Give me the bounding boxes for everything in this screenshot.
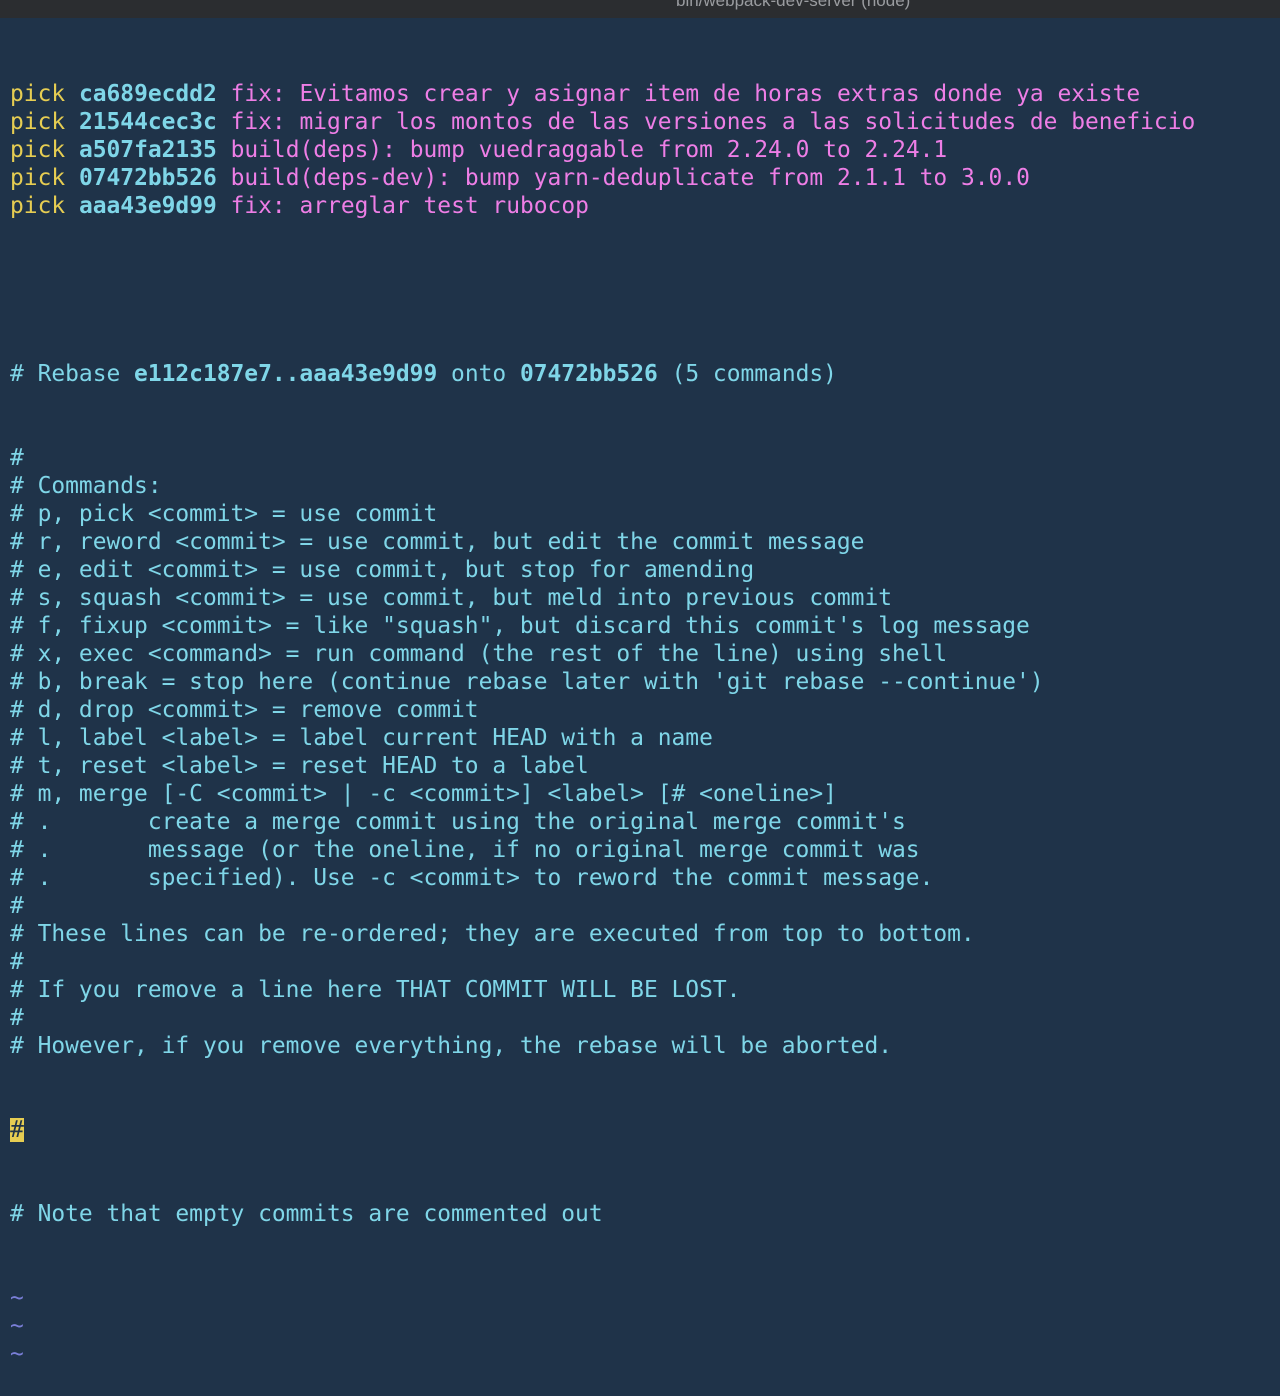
comment-line: # However, if you remove everything, the…: [10, 1033, 893, 1059]
tilde-marker: ~: [10, 1285, 24, 1311]
comment-line: #: [10, 949, 24, 975]
tilde-marker: ~: [10, 1313, 24, 1339]
pick-line[interactable]: pick a507fa2135 build(deps): bump vuedra…: [10, 136, 1276, 164]
pick-command: pick: [10, 81, 66, 107]
commit-message: fix: arreglar test rubocop: [230, 193, 589, 219]
commit-message: build(deps-dev): bump yarn-deduplicate f…: [230, 165, 1030, 191]
commit-message: fix: migrar los montos de las versiones …: [230, 109, 1196, 135]
comment-line: # x, exec <command> = run command (the r…: [10, 641, 948, 667]
pick-line[interactable]: pick 07472bb526 build(deps-dev): bump ya…: [10, 164, 1276, 192]
window-title: bin/webpack-dev-server (node): [676, 0, 911, 10]
comment-line: # e, edit <commit> = use commit, but sto…: [10, 557, 755, 583]
rebase-onto-hash: 07472bb526: [519, 361, 658, 387]
comment-line: # Commands:: [10, 473, 162, 499]
comment-line: # t, reset <label> = reset HEAD to a lab…: [10, 753, 589, 779]
commit-hash: ca689ecdd2: [78, 81, 217, 107]
vim-editor[interactable]: pick ca689ecdd2 fix: Evitamos crear y as…: [10, 24, 1276, 1396]
comment-line: # If you remove a line here THAT COMMIT …: [10, 977, 741, 1003]
comment-line: #: [10, 1005, 24, 1031]
pick-line[interactable]: pick aaa43e9d99 fix: arreglar test ruboc…: [10, 192, 1276, 220]
text-cursor[interactable]: #: [10, 1118, 24, 1142]
commit-hash: 07472bb526: [78, 165, 217, 191]
pick-command: pick: [10, 137, 66, 163]
comment-line: # s, squash <commit> = use commit, but m…: [10, 585, 893, 611]
comment-line: #: [10, 445, 24, 471]
rebase-prefix: # Rebase: [10, 361, 135, 387]
commit-hash: 21544cec3c: [78, 109, 217, 135]
help-comments: # # Commands: # p, pick <commit> = use com…: [10, 444, 1276, 1060]
tilde-marker: ~: [10, 1341, 24, 1367]
comment-line: # m, merge [-C <commit> | -c <commit>] <…: [10, 781, 837, 807]
rebase-command-count: (5 commands): [657, 361, 837, 387]
pick-command: pick: [10, 193, 66, 219]
comment-line: # f, fixup <commit> = like "squash", but…: [10, 613, 1030, 639]
comment-line: # . create a merge commit using the orig…: [10, 809, 906, 835]
pick-command: pick: [10, 109, 66, 135]
comment-line: # These lines can be re-ordered; they ar…: [10, 921, 975, 947]
rebase-onto-label: onto: [437, 361, 520, 387]
commit-message: fix: Evitamos crear y asignar item de ho…: [230, 81, 1141, 107]
commit-hash: aaa43e9d99: [78, 193, 217, 219]
comment-line: # b, break = stop here (continue rebase …: [10, 669, 1044, 695]
pick-line[interactable]: pick ca689ecdd2 fix: Evitamos crear y as…: [10, 80, 1276, 108]
comment-line: # r, reword <commit> = use commit, but e…: [10, 529, 865, 555]
comment-line: # . message (or the oneline, if no origi…: [10, 837, 920, 863]
note-line: # Note that empty commits are commented …: [10, 1201, 603, 1227]
pick-list: pick ca689ecdd2 fix: Evitamos crear y as…: [10, 80, 1276, 220]
terminal-title-bar: bin/webpack-dev-server (node): [0, 0, 1280, 18]
empty-buffer-lines: ~ ~ ~: [10, 1284, 1276, 1368]
comment-line: # d, drop <commit> = remove commit: [10, 697, 479, 723]
comment-line: # . specified). Use -c <commit> to rewor…: [10, 865, 934, 891]
pick-command: pick: [10, 165, 66, 191]
rebase-summary-line: # Rebase e112c187e7..aaa43e9d99 onto 074…: [10, 360, 1276, 388]
commit-message: build(deps): bump vuedraggable from 2.24…: [230, 137, 948, 163]
pick-line[interactable]: pick 21544cec3c fix: migrar los montos d…: [10, 108, 1276, 136]
rebase-range: e112c187e7..aaa43e9d99: [134, 361, 438, 387]
comment-line: # l, label <label> = label current HEAD …: [10, 725, 713, 751]
comment-line: #: [10, 893, 24, 919]
cursor-line[interactable]: #: [10, 1116, 1276, 1144]
comment-line: # p, pick <commit> = use commit: [10, 501, 438, 527]
commit-hash: a507fa2135: [78, 137, 217, 163]
